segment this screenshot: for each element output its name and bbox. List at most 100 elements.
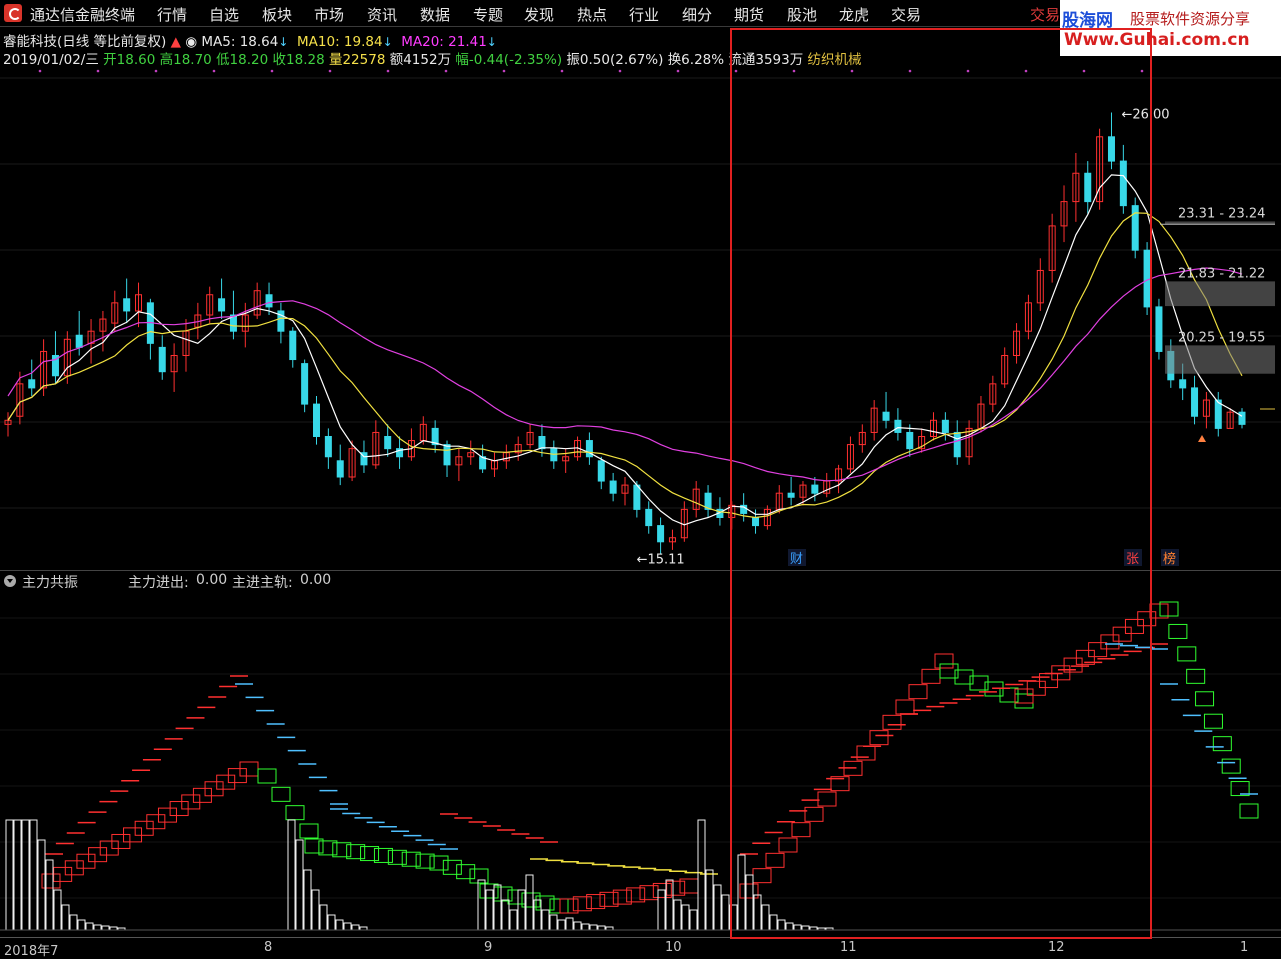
candle-body[interactable] — [123, 298, 131, 312]
indicator-value-1: 0.00 — [196, 572, 228, 588]
menu-item-14[interactable]: 交易 — [891, 4, 921, 25]
resonance-box — [507, 889, 527, 905]
candle-body[interactable] — [609, 480, 617, 494]
flow-bar — [549, 914, 558, 931]
candle-body[interactable] — [301, 363, 309, 405]
menu-item-5[interactable]: 数据 — [420, 4, 450, 25]
marker-dot — [38, 69, 42, 73]
flow-bar — [485, 889, 494, 931]
menu-item-12[interactable]: 股池 — [787, 4, 817, 25]
menu-item-4[interactable]: 资讯 — [367, 4, 397, 25]
info-line-ma: 睿能科技(日线 等比前复权) ▲ ◉ MA5: 18.64↓ MA10: 19.… — [3, 30, 497, 50]
candle-body[interactable] — [313, 403, 320, 438]
highlight-selection-box — [730, 28, 1152, 939]
app-logo-icon[interactable] — [4, 4, 22, 22]
x-label-jul: 2018年7 — [4, 944, 59, 959]
menu-item-2[interactable]: 板块 — [262, 4, 292, 25]
flow-bar — [589, 924, 598, 931]
flow-bar — [541, 909, 550, 931]
candle-body[interactable] — [158, 346, 166, 373]
candle-body[interactable] — [1191, 387, 1199, 417]
flow-bar — [303, 869, 312, 931]
menu-item-9[interactable]: 行业 — [629, 4, 659, 25]
menu-item-11[interactable]: 期货 — [734, 4, 764, 25]
candle-body[interactable] — [1238, 411, 1246, 425]
candle-body[interactable] — [336, 460, 344, 478]
signal-triangle-icon — [1198, 435, 1206, 442]
indicator-label-1: 主力进出: — [128, 575, 189, 591]
candle-body[interactable] — [443, 444, 451, 466]
marker-dot — [270, 69, 274, 73]
flow-bar — [53, 889, 62, 931]
flow-bar — [45, 859, 54, 931]
resonance-box — [493, 886, 513, 902]
candle-body[interactable] — [289, 330, 297, 361]
menu-item-1[interactable]: 自选 — [209, 4, 239, 25]
candle-body[interactable] — [384, 436, 392, 450]
flow-bar — [673, 899, 682, 931]
candle-body[interactable] — [265, 294, 273, 308]
candle-body[interactable] — [538, 436, 546, 450]
marker-dot — [502, 69, 506, 73]
candle-body[interactable] — [28, 379, 36, 389]
flow-bar — [581, 923, 590, 931]
band-label-1: 21.83 - 21.22 — [1178, 266, 1265, 281]
flow-bar — [101, 925, 110, 931]
resonance-box — [1195, 691, 1215, 707]
marker-dot — [560, 69, 564, 73]
flow-bar — [525, 874, 534, 931]
resonance-box — [442, 859, 462, 875]
x-label-oct: 10 — [665, 940, 682, 955]
marker-dot — [676, 69, 680, 73]
trade-menu-right[interactable]: 交易 — [1030, 4, 1060, 25]
menu-item-8[interactable]: 热点 — [577, 4, 607, 25]
menu-item-7[interactable]: 发现 — [524, 4, 554, 25]
low-price-label: ←15.11 — [637, 553, 685, 568]
flow-bar — [29, 819, 38, 931]
menu-item-0[interactable]: 行情 — [157, 4, 187, 25]
marker-dot — [96, 69, 100, 73]
app-title: 通达信金融终端 — [30, 6, 136, 24]
watermark-slogan: 股票软件资源分享 — [1130, 10, 1251, 28]
candle-body[interactable] — [324, 436, 332, 458]
badge-bang[interactable]: 榜 — [1163, 551, 1176, 567]
candle-body[interactable] — [645, 508, 653, 527]
band-label-2: 20.25 - 19.55 — [1178, 330, 1265, 345]
candle-body[interactable] — [1179, 379, 1187, 389]
resonance-box — [456, 864, 476, 880]
flow-bar — [681, 904, 690, 931]
support-band-2 — [1165, 345, 1275, 374]
ma20-down-arrow-icon: ↓ — [486, 35, 497, 49]
candle-body[interactable] — [597, 460, 605, 482]
flow-bar — [5, 819, 14, 931]
menu-item-13[interactable]: 龙虎 — [839, 4, 869, 25]
menu-item-10[interactable]: 细分 — [682, 4, 712, 25]
indicator-menu-icon[interactable] — [4, 575, 16, 587]
flow-bar — [13, 819, 22, 931]
marker-dot — [328, 69, 332, 73]
candle-body[interactable] — [633, 484, 641, 510]
indicator-name[interactable]: 主力共振 — [22, 572, 78, 592]
flow-bar — [697, 819, 706, 931]
resonance-box — [285, 805, 305, 821]
flow-bar — [477, 879, 486, 931]
date-axis: 2018年7 8 9 10 11 12 1 — [0, 937, 1281, 959]
indicator-value-2: 0.00 — [300, 572, 332, 588]
flow-bar — [93, 924, 102, 931]
flow-bar — [565, 917, 574, 931]
flow-bar — [657, 889, 666, 931]
resonance-box — [479, 883, 499, 899]
candle-body[interactable] — [75, 334, 83, 348]
menu-item-6[interactable]: 专题 — [473, 4, 503, 25]
menu-item-3[interactable]: 市场 — [314, 4, 344, 25]
flow-bar — [597, 925, 606, 931]
candle-body[interactable] — [657, 525, 665, 543]
marker-dot — [386, 69, 390, 73]
flow-bar — [85, 922, 94, 931]
candle-body[interactable] — [1155, 306, 1163, 352]
candle-body[interactable] — [218, 298, 226, 312]
marker-dot — [444, 69, 448, 73]
flow-bar — [311, 889, 320, 931]
flow-bar — [573, 921, 582, 931]
resonance-box — [299, 823, 319, 839]
